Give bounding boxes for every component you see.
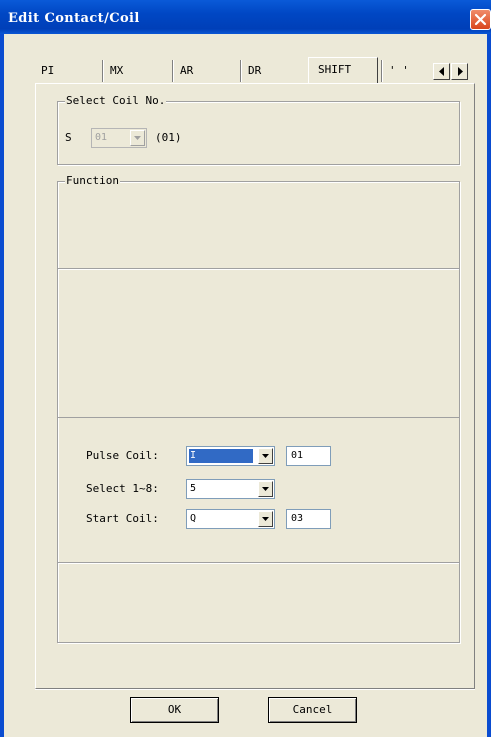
start-coil-number-input[interactable]: 03 [286,509,331,529]
tab-label: DR [248,64,262,77]
function-group-title: Function [65,174,120,187]
combo-dropdown-button[interactable] [258,448,273,464]
window-border-left [0,34,4,737]
close-icon [474,13,487,26]
tab-label: AR [180,64,194,77]
cancel-button[interactable]: Cancel [268,697,357,723]
tab-pi[interactable]: PI [35,60,97,82]
pulse-coil-type-combo[interactable]: I [186,446,275,466]
tab-label: ' ' [389,64,409,77]
function-description-area [57,268,460,418]
window-border-right [487,34,491,737]
window-title: Edit Contact/Coil [8,11,140,26]
tab-shift[interactable]: SHIFT [308,57,378,83]
tab-label: SHIFT [318,63,352,76]
tab-scroll-left-button[interactable] [433,63,450,80]
select-coil-group-title: Select Coil No. [65,94,167,107]
function-footer-area [57,562,460,643]
start-coil-type-combo[interactable]: Q [186,509,275,529]
ok-button[interactable]: OK [130,697,219,723]
coil-number-combo: 01 [91,128,147,148]
start-coil-type-value: Q [190,513,197,524]
triangle-right-icon [458,67,463,76]
tab-overflow[interactable]: ' ' [382,60,422,82]
edit-contact-coil-dialog: Edit Contact/Coil PI MX AR DR SHIFT ' ' [0,0,491,737]
combo-dropdown-button[interactable] [258,511,273,527]
tab-label: PI [41,64,55,77]
coil-number-display: (01) [155,131,182,144]
pulse-coil-label: Pulse Coil: [86,449,159,462]
title-bar[interactable]: Edit Contact/Coil [0,0,491,34]
triangle-left-icon [439,67,444,76]
close-button[interactable] [470,9,491,30]
coil-prefix-label: S [65,131,72,144]
combo-dropdown-button[interactable] [258,481,273,497]
select-1-8-label: Select 1~8: [86,482,159,495]
tab-ar[interactable]: AR [173,60,235,82]
tab-label: MX [110,64,124,77]
pulse-coil-number-input[interactable]: 01 [286,446,331,466]
chevron-down-icon [262,454,269,458]
divider [35,689,475,690]
select-1-8-value: 5 [190,483,197,494]
chevron-down-icon [134,136,141,140]
select-1-8-combo[interactable]: 5 [186,479,275,499]
combo-dropdown-button [130,130,145,146]
start-coil-label: Start Coil: [86,512,159,525]
chevron-down-icon [262,517,269,521]
coil-number-value: 01 [95,132,108,143]
pulse-coil-type-value: I [189,449,253,463]
tab-mx[interactable]: MX [103,60,165,82]
tab-dr[interactable]: DR [241,60,303,82]
tab-scroll-right-button[interactable] [451,63,468,80]
chevron-down-icon [262,487,269,491]
